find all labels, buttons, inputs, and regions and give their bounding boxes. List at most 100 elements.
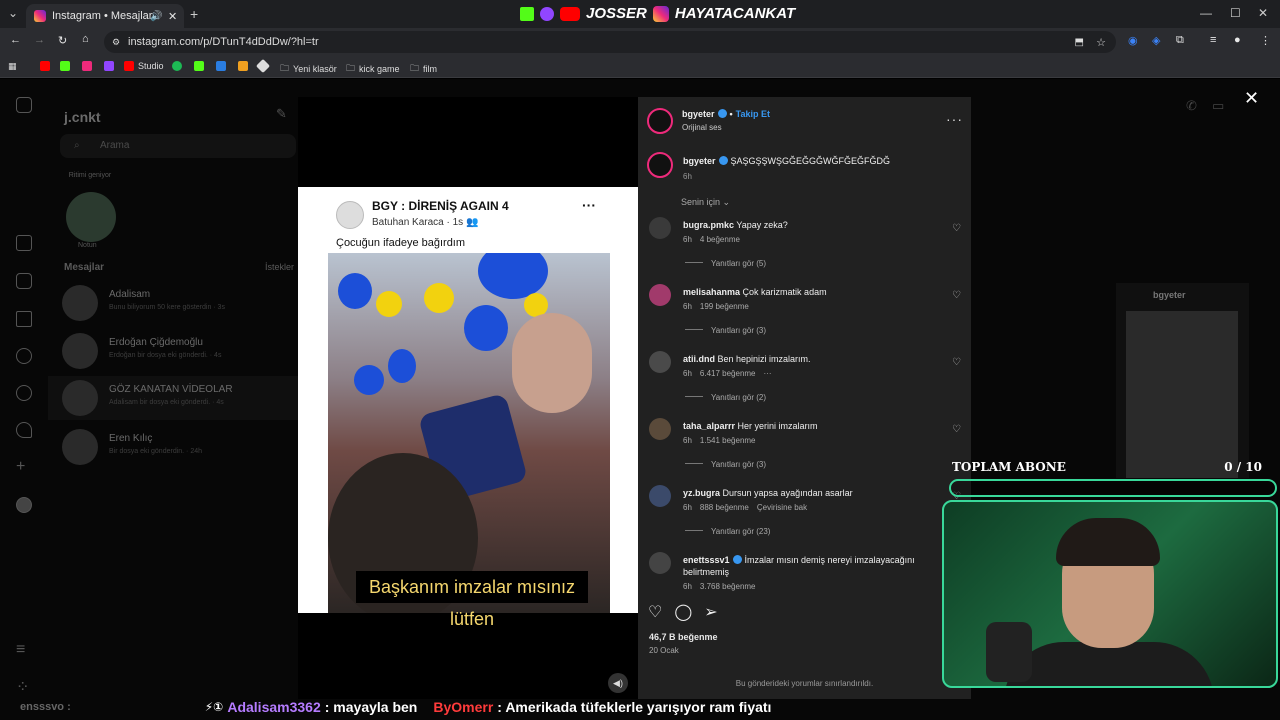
avatar[interactable] xyxy=(649,485,671,507)
comment-more-icon[interactable]: ··· xyxy=(764,369,772,378)
bookmark-app-icon[interactable] xyxy=(216,61,226,71)
post-username[interactable]: bgyeter xyxy=(682,109,715,119)
view-replies-button[interactable]: Yanıtları gör (23) xyxy=(685,527,770,536)
dm-row-selected[interactable]: GÖZ KANATAN VİDEOLAR Adalisam bir dosya … xyxy=(48,376,298,420)
avatar[interactable] xyxy=(649,351,671,373)
forward-icon[interactable]: → xyxy=(34,34,45,46)
browser-menu-icon[interactable]: ⋮ xyxy=(1260,34,1271,47)
dm-search-input[interactable]: ⌕ Arama xyxy=(60,134,296,158)
extensions-icon[interactable]: ⧉ xyxy=(1176,34,1184,47)
bookmark-app2-icon[interactable] xyxy=(238,61,248,71)
post-likes[interactable]: 46,7 B beğenme xyxy=(649,632,718,642)
install-icon[interactable]: ⬒ xyxy=(1075,37,1084,48)
close-tab-icon[interactable]: ✕ xyxy=(168,10,177,23)
like-comment-icon[interactable]: ♡ xyxy=(952,290,961,301)
speaker-icon[interactable]: 🔊 xyxy=(150,11,162,22)
maximize-icon[interactable]: ☐ xyxy=(1230,6,1241,20)
like-comment-icon[interactable]: ♡ xyxy=(952,223,961,234)
comment-likes[interactable]: 6.417 beğenme xyxy=(700,369,756,378)
bookmark-star-icon[interactable]: ☆ xyxy=(1096,36,1106,49)
notifications-icon[interactable] xyxy=(16,422,32,438)
bookmark-folder-yeni[interactable]: 🗀 Yeni klasör xyxy=(280,61,337,77)
post-video[interactable]: BGY : DİRENİŞ AGAIN 4 Batuhan Karaca · 1… xyxy=(298,97,638,699)
dm-username[interactable]: j.cnkt xyxy=(64,109,101,125)
comment-user[interactable]: bugra.pmkc xyxy=(683,220,734,230)
caption-username[interactable]: bgyeter xyxy=(683,156,716,166)
avatar[interactable] xyxy=(649,552,671,574)
bookmark-app3-icon[interactable] xyxy=(255,58,271,74)
like-comment-icon[interactable]: ♡ xyxy=(952,357,961,368)
comment-user[interactable]: taha_alparrr xyxy=(683,421,735,431)
tab-menu-icon[interactable]: ⌄ xyxy=(8,6,18,20)
home-sidebar-icon[interactable] xyxy=(16,235,32,251)
dm-row[interactable]: Eren Kılıç Bir dosya eki gönderdin. · 24… xyxy=(62,425,298,469)
search-sidebar-icon[interactable] xyxy=(16,348,32,364)
bookmark-folder-kick-game[interactable]: 🗀 kick game xyxy=(346,61,400,77)
more-menu-icon[interactable]: ≡ xyxy=(16,641,32,658)
follow-button[interactable]: Takip Et xyxy=(736,109,770,119)
comment-likes[interactable]: 199 beğenme xyxy=(700,302,749,311)
dm-row[interactable]: Erdoğan Çiğdemoğlu Erdoğan bir dosya eki… xyxy=(62,329,298,373)
caption-avatar[interactable] xyxy=(647,152,673,178)
profile-sidebar-icon[interactable] xyxy=(16,497,32,513)
avatar[interactable] xyxy=(649,418,671,440)
view-replies-button[interactable]: Yanıtları gör (3) xyxy=(685,460,766,469)
bookmark-twitch-icon[interactable] xyxy=(104,61,114,71)
comment-likes[interactable]: 4 beğenme xyxy=(700,235,740,244)
share-icon[interactable]: ➢ xyxy=(704,602,717,622)
apps-icon[interactable]: ▦ xyxy=(8,61,17,72)
avatar[interactable] xyxy=(649,217,671,239)
bookmark-youtube-icon[interactable] xyxy=(40,61,50,71)
post-author-avatar[interactable] xyxy=(647,108,673,134)
avatar[interactable] xyxy=(649,284,671,306)
apps-sidebar-icon[interactable]: ⁘ xyxy=(16,677,32,696)
instagram-logo-sidebar-icon[interactable] xyxy=(16,97,32,113)
bookmark-kick-icon[interactable] xyxy=(60,61,70,71)
more-options-icon[interactable]: ··· xyxy=(946,111,963,127)
profile-icon[interactable]: ● xyxy=(1234,34,1241,46)
comment-user[interactable]: atii.dnd xyxy=(683,354,715,364)
url-field[interactable]: ⚙ instagram.com/p/DTunT4dDdDw/?hl=tr ⬒ ☆ xyxy=(104,31,1116,53)
reload-icon[interactable]: ↻ xyxy=(58,34,67,47)
media-icon[interactable]: ≡ xyxy=(1210,34,1216,46)
close-icon[interactable]: ✕ xyxy=(1244,88,1259,109)
site-info-icon[interactable]: ⚙ xyxy=(112,37,120,48)
messages-icon[interactable] xyxy=(16,311,32,327)
see-translation-link[interactable]: Çevirisine bak xyxy=(757,503,807,512)
minimize-icon[interactable]: — xyxy=(1200,6,1212,20)
dm-row[interactable]: Adalisam Bunu biliyorum 50 kere gösterdi… xyxy=(62,281,298,325)
reels-icon[interactable] xyxy=(16,273,32,289)
home-icon[interactable]: ⌂ xyxy=(82,33,89,45)
compose-icon[interactable]: ✎ xyxy=(276,106,287,122)
bookmark-folder-film[interactable]: 🗀 film xyxy=(410,61,437,77)
comment-user[interactable]: enettsssv1 xyxy=(683,555,730,565)
like-comment-icon[interactable]: ♡ xyxy=(952,424,961,435)
browser-tab[interactable]: Instagram • Mesajlar 🔊 ✕ xyxy=(26,4,184,28)
comment-user[interactable]: yz.bugra xyxy=(683,488,720,498)
comment-likes[interactable]: 3.768 beğenme xyxy=(700,582,756,591)
phone-icon[interactable]: ✆ xyxy=(1186,98,1197,114)
explore-icon[interactable] xyxy=(16,385,32,401)
bookmark-studio[interactable]: Studio xyxy=(124,61,164,71)
comment-icon[interactable]: ◯ xyxy=(674,602,692,622)
comment-user[interactable]: melisahanma xyxy=(683,287,740,297)
like-icon[interactable]: ♡ xyxy=(648,602,662,622)
bookmark-spotify-icon[interactable] xyxy=(172,61,182,71)
video-call-icon[interactable]: ▭ xyxy=(1212,98,1224,114)
extension-audio-icon[interactable]: ◉ xyxy=(1128,34,1138,47)
extension-shield-icon[interactable]: ◈ xyxy=(1152,34,1160,47)
view-replies-button[interactable]: Yanıtları gör (5) xyxy=(685,259,766,268)
requests-link[interactable]: İstekler xyxy=(265,262,294,272)
shared-post-preview[interactable]: bgyeter xyxy=(1116,283,1249,478)
mute-icon[interactable]: ◀) xyxy=(608,673,628,693)
back-icon[interactable]: ← xyxy=(10,34,21,46)
bookmark-instagram-icon[interactable] xyxy=(82,61,92,71)
window-close-icon[interactable]: ✕ xyxy=(1258,6,1268,20)
view-replies-button[interactable]: Yanıtları gör (2) xyxy=(685,393,766,402)
bookmark-kick2-icon[interactable] xyxy=(194,61,204,71)
note-avatar[interactable] xyxy=(66,192,116,242)
new-tab-icon[interactable]: + xyxy=(190,6,198,22)
audio-label[interactable]: Orijinal ses xyxy=(682,123,722,132)
view-replies-button[interactable]: Yanıtları gör (3) xyxy=(685,326,766,335)
comment-likes[interactable]: 888 beğenme xyxy=(700,503,749,512)
